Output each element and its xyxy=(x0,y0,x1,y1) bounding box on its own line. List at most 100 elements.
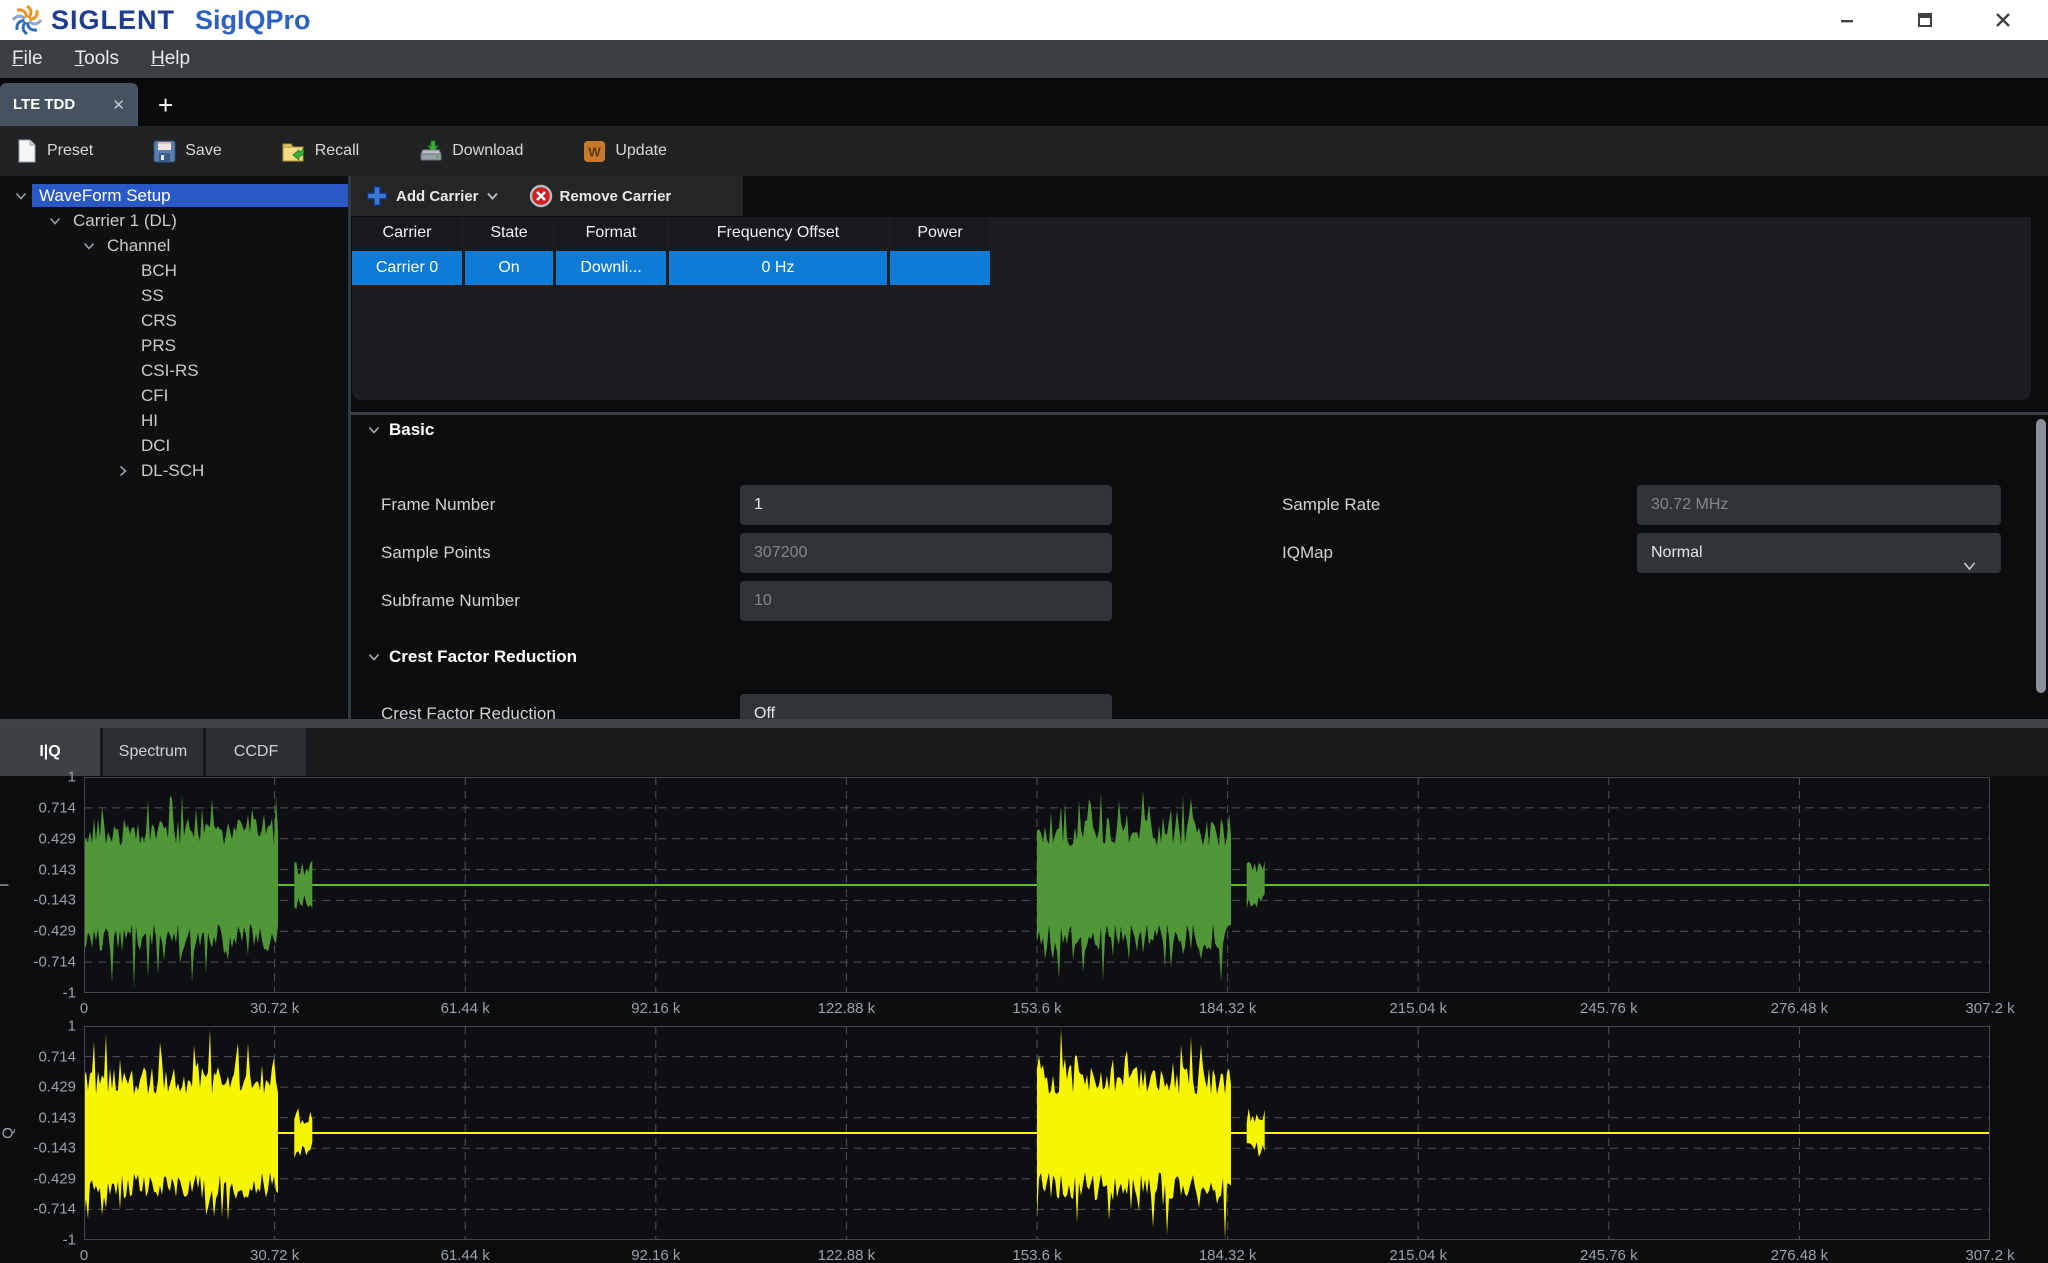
toolbar-button-label: Preset xyxy=(47,142,93,160)
tree-item-csi-rs[interactable]: CSI-RS xyxy=(0,358,348,383)
tree-item-crs[interactable]: CRS xyxy=(0,308,348,333)
tree-item-carrier-1-dl-[interactable]: Carrier 1 (DL) xyxy=(0,208,348,233)
tree-item-ss[interactable]: SS xyxy=(0,283,348,308)
x-tick-label: 61.44 k xyxy=(441,1000,490,1017)
x-tick-label: 0 xyxy=(80,1000,88,1017)
x-tick-label: 307.2 k xyxy=(1965,1000,2014,1017)
x-tick-label: 30.72 k xyxy=(250,1000,299,1017)
tree-item-bch[interactable]: BCH xyxy=(0,258,348,283)
carrier-pane: Add Carrier Remove Carrier CarrierStateF… xyxy=(351,176,2048,719)
document-tab-strip: LTE TDD ✕ + xyxy=(0,78,2048,126)
sample-points-input[interactable] xyxy=(740,533,1112,573)
window-controls xyxy=(1838,11,2048,29)
field-row-iqmap: IQMapNormal xyxy=(1282,529,2001,577)
field-row-sample-rate: Sample Rate xyxy=(1282,481,2001,529)
maximize-button[interactable] xyxy=(1916,11,1934,29)
crest-factor-reduction-select[interactable]: Off xyxy=(740,694,1112,719)
tree-item-dci[interactable]: DCI xyxy=(0,433,348,458)
menu-item-help[interactable]: Help xyxy=(151,48,190,70)
chevron-down-icon[interactable] xyxy=(44,214,66,228)
tab-close-icon[interactable]: ✕ xyxy=(112,96,125,114)
waveform-tree: WaveForm SetupCarrier 1 (DL)ChannelBCHSS… xyxy=(0,176,351,719)
download-drive-icon xyxy=(419,140,443,163)
tab-lte-tdd[interactable]: LTE TDD ✕ xyxy=(0,83,138,126)
folder-recall-icon xyxy=(282,140,306,163)
tree-item-label: SS xyxy=(134,284,171,307)
horizontal-splitter[interactable] xyxy=(0,719,2048,728)
chevron-down-icon xyxy=(486,191,499,201)
column-header-carrier: Carrier xyxy=(352,217,462,249)
toolbar-button-label: Download xyxy=(452,142,523,160)
remove-carrier-button[interactable]: Remove Carrier xyxy=(529,184,672,208)
tree-item-waveform-setup[interactable]: WaveForm Setup xyxy=(0,183,348,208)
remove-circle-icon xyxy=(529,184,553,208)
floppy-icon xyxy=(153,140,176,163)
iqmap-select[interactable]: Normal xyxy=(1637,533,2001,573)
close-button[interactable] xyxy=(1994,11,2012,29)
y-tick-label: -0.429 xyxy=(33,923,76,940)
x-tick-label: 276.48 k xyxy=(1771,1247,1829,1263)
document-icon xyxy=(16,139,38,163)
x-tick-label: 307.2 k xyxy=(1965,1247,2014,1263)
carrier-table-row[interactable]: Carrier 0OnDownli...0 Hz xyxy=(352,251,2031,285)
close-icon xyxy=(1994,11,2012,29)
carrier-row-cell[interactable] xyxy=(890,251,990,285)
basic-right-fields: Sample RateIQMapNormal xyxy=(1282,481,2001,577)
recall-button[interactable]: Recall xyxy=(282,140,359,163)
chevron-down-icon xyxy=(367,423,381,437)
properties-scrollbar[interactable] xyxy=(2036,419,2046,693)
plus-icon xyxy=(365,184,389,208)
crest-section-header[interactable]: Crest Factor Reduction xyxy=(367,647,577,667)
q-plot-y-axis: 10.7140.4290.143-0.143-0.429-0.714-1Q xyxy=(0,1026,80,1240)
menu-item-tools[interactable]: Tools xyxy=(75,48,119,70)
update-w-icon: W xyxy=(583,140,606,163)
field-row-sample-points: Sample Points xyxy=(381,529,1112,577)
basic-section-header[interactable]: Basic xyxy=(367,420,434,440)
carrier-row-cell[interactable]: On xyxy=(465,251,553,285)
tree-item-cfi[interactable]: CFI xyxy=(0,383,348,408)
carrier-row-cell[interactable]: 0 Hz xyxy=(669,251,887,285)
field-label: Frame Number xyxy=(381,495,740,515)
tree-item-prs[interactable]: PRS xyxy=(0,333,348,358)
tree-item-hi[interactable]: HI xyxy=(0,408,348,433)
chevron-down-icon[interactable] xyxy=(10,189,32,203)
x-tick-label: 184.32 k xyxy=(1199,1000,1257,1017)
analysis-tab-spectrum[interactable]: Spectrum xyxy=(103,728,203,776)
analysis-tab-i-q[interactable]: I|Q xyxy=(0,728,100,776)
analysis-tab-ccdf[interactable]: CCDF xyxy=(206,728,306,776)
table-properties-divider[interactable] xyxy=(351,412,2048,415)
axis-name-label: I xyxy=(0,883,13,887)
minimize-button[interactable] xyxy=(1838,11,1856,29)
carrier-toolbar: Add Carrier Remove Carrier xyxy=(351,176,743,216)
carrier-row-cell[interactable]: Downli... xyxy=(556,251,666,285)
x-tick-label: 184.32 k xyxy=(1199,1247,1257,1263)
y-tick-label: -0.714 xyxy=(33,954,76,971)
field-label: Subframe Number xyxy=(381,591,740,611)
x-tick-label: 92.16 k xyxy=(631,1247,680,1263)
download-button[interactable]: Download xyxy=(419,140,523,163)
menu-item-file[interactable]: File xyxy=(12,48,43,70)
y-tick-label: 0.143 xyxy=(38,1109,76,1126)
save-button[interactable]: Save xyxy=(153,140,221,163)
update-button[interactable]: WUpdate xyxy=(583,140,667,163)
sample-rate-input[interactable] xyxy=(1637,485,2001,525)
menu-bar: File Tools Help xyxy=(0,40,2048,78)
x-tick-label: 153.6 k xyxy=(1012,1247,1061,1263)
tree-item-channel[interactable]: Channel xyxy=(0,233,348,258)
add-carrier-button[interactable]: Add Carrier xyxy=(365,184,499,208)
x-tick-label: 215.04 k xyxy=(1389,1000,1447,1017)
remove-carrier-label: Remove Carrier xyxy=(560,188,672,205)
y-tick-label: -0.143 xyxy=(33,892,76,909)
chevron-right-icon[interactable] xyxy=(112,464,134,478)
chevron-down-icon[interactable] xyxy=(78,239,100,253)
preset-button[interactable]: Preset xyxy=(16,139,93,163)
frame-number-input[interactable] xyxy=(740,485,1112,525)
x-tick-label: 92.16 k xyxy=(631,1000,680,1017)
subframe-number-input[interactable] xyxy=(740,581,1112,621)
tree-item-dl-sch[interactable]: DL-SCH xyxy=(0,458,348,483)
carrier-row-cell[interactable]: Carrier 0 xyxy=(352,251,462,285)
new-tab-button[interactable]: + xyxy=(158,92,173,118)
analysis-pane: I|QSpectrumCCDF 10.7140.4290.143-0.143-0… xyxy=(0,728,2048,1263)
axis-name-label: Q xyxy=(0,1127,16,1139)
x-tick-label: 215.04 k xyxy=(1389,1247,1447,1263)
